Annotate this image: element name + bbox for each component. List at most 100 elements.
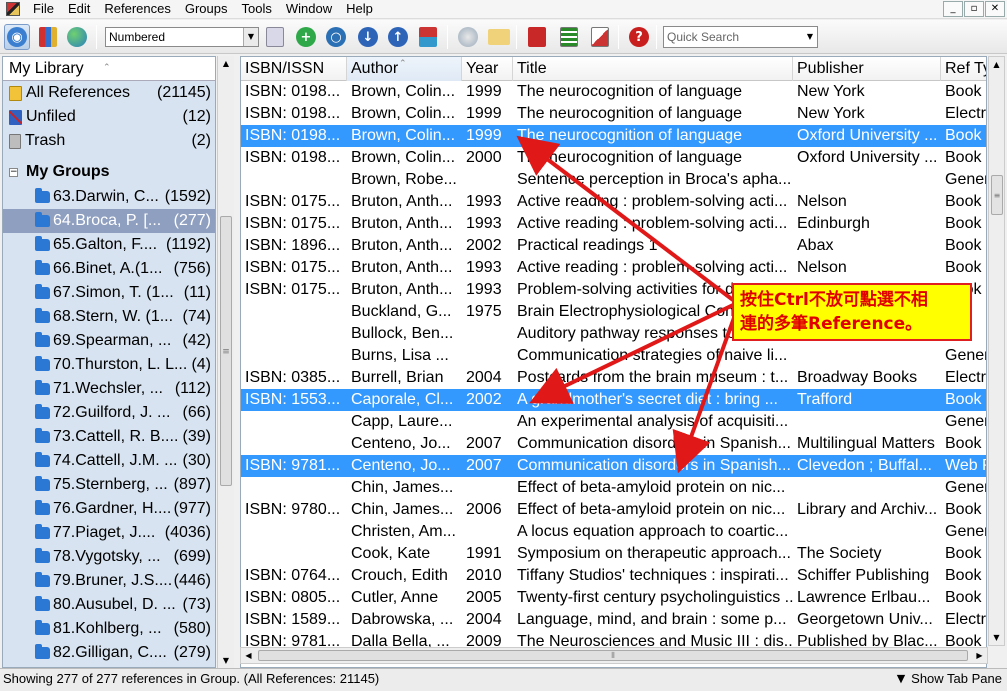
unfiled-item[interactable]: Unfiled (12)	[3, 105, 215, 129]
trash-item[interactable]: Trash (2)	[3, 129, 215, 153]
column-year[interactable]: Year	[462, 57, 513, 81]
menu-references[interactable]: References	[97, 0, 177, 18]
scroll-thumb[interactable]: ≡	[220, 216, 232, 486]
globe-button[interactable]	[64, 24, 90, 50]
group-item[interactable]: 72.Guilford, J. ... (66)	[3, 401, 215, 425]
help-button[interactable]: ?	[626, 24, 652, 50]
table-row[interactable]: ISBN: 0198... Brown, Colin... 2000 The neur…	[241, 147, 986, 169]
find-full-text-button[interactable]	[415, 24, 441, 50]
menu-tools[interactable]: Tools	[234, 0, 278, 18]
table-row[interactable]: ISBN: 0175... Bruton, Anth... 1993 Active r…	[241, 191, 986, 213]
menu-file[interactable]: File	[26, 0, 61, 18]
open-link-icon	[458, 27, 478, 47]
menu-window[interactable]: Window	[279, 0, 339, 18]
insert-citation-button[interactable]	[587, 24, 613, 50]
scroll-thumb[interactable]: ⦀	[258, 650, 968, 661]
table-row[interactable]: ISBN: 1553... Caporale, Cl... 2002 A grandm…	[241, 389, 986, 411]
local-library-button[interactable]: ◉	[4, 24, 30, 50]
output-style-select[interactable]: Numbered ▼	[105, 27, 259, 47]
table-row[interactable]: Christen, Am... A locus equation approach…	[241, 521, 987, 543]
online-search-button[interactable]: ○	[323, 24, 349, 50]
cell-ref-type: Gener	[945, 523, 987, 540]
column-author[interactable]: Author ⌃	[347, 57, 462, 81]
scroll-down-icon[interactable]: ▼	[218, 653, 234, 668]
references-vertical-scrollbar[interactable]: ▲ ≡ ▼	[988, 56, 1005, 646]
group-item[interactable]: 75.Sternberg, ... (897)	[3, 473, 215, 497]
table-row[interactable]: ISBN: 9780... Chin, James... 2006 Effect of…	[241, 499, 986, 521]
scroll-up-icon[interactable]: ▲	[218, 56, 234, 71]
group-item[interactable]: 63.Darwin, C... (1592)	[3, 185, 215, 209]
table-row[interactable]: Burns, Lisa ... Communication strategies …	[241, 345, 986, 367]
group-item[interactable]: 73.Cattell, R. B.... (39)	[3, 425, 215, 449]
table-row[interactable]: Brown, Robe... Sentence perception in Bro…	[241, 169, 986, 191]
table-row[interactable]: ISBN: 0805... Cutler, Anne 2005 Twenty-firs…	[241, 587, 986, 609]
group-item[interactable]: 68.Stern, W. (1... (74)	[3, 305, 215, 329]
show-tab-pane-button[interactable]: ▼ Show Tab Pane	[897, 669, 1002, 689]
table-row[interactable]: Capp, Laure... An experimental analysis o…	[241, 411, 986, 433]
import-button[interactable]: ↓	[355, 24, 381, 50]
group-item[interactable]: 77.Piaget, J.... (4036)	[3, 521, 215, 545]
group-item[interactable]: 70.Thurston, L. L... (4)	[3, 353, 215, 377]
cell-publisher: Trafford	[797, 391, 853, 408]
open-file-button[interactable]	[486, 24, 512, 50]
menu-groups[interactable]: Groups	[178, 0, 235, 18]
group-item[interactable]: 74.Cattell, J.M. ... (30)	[3, 449, 215, 473]
group-item[interactable]: 76.Gardner, H.... (977)	[3, 497, 215, 521]
scroll-down-icon[interactable]: ▼	[989, 630, 1004, 645]
go-to-word-button[interactable]	[524, 24, 550, 50]
table-row[interactable]: ISBN: 0764... Crouch, Edith 2010 Tiffany St…	[241, 565, 986, 587]
group-item[interactable]: 69.Spearman, ... (42)	[3, 329, 215, 353]
minimize-button[interactable]: _	[943, 1, 963, 17]
my-groups-header[interactable]: − My Groups	[3, 159, 215, 185]
collapse-icon[interactable]: −	[9, 167, 18, 177]
copy-formatted-button[interactable]	[262, 24, 288, 50]
table-row[interactable]: ISBN: 1896... Bruton, Anth... 2002 Practica…	[241, 235, 986, 257]
restore-button[interactable]: ▫	[964, 1, 984, 17]
cell-author: Buckland, G...	[351, 303, 452, 320]
group-item[interactable]: 81.Kohlberg, ... (580)	[3, 617, 215, 641]
my-library-header[interactable]: My Library ⌃	[3, 57, 215, 81]
open-link-button[interactable]	[455, 24, 481, 50]
table-row[interactable]: Centeno, Jo... 2007 Communication disorder…	[241, 433, 986, 455]
scroll-right-icon[interactable]: ▶	[972, 648, 987, 663]
format-paper-button[interactable]	[556, 24, 582, 50]
table-row[interactable]: ISBN: 9781... Centeno, Jo... 2007 Communica…	[241, 455, 986, 477]
all-references-item[interactable]: All References (21145)	[3, 81, 215, 105]
groups-scrollbar[interactable]: ▲ ≡ ▼	[217, 56, 234, 668]
table-row[interactable]: ISBN: 1589... Dabrowska, ... 2004 Language,…	[241, 609, 986, 631]
cell-author: Chin, James...	[351, 479, 454, 496]
column-title[interactable]: Title	[513, 57, 793, 81]
group-item[interactable]: 78.Vygotsky, ... (699)	[3, 545, 215, 569]
column-ref-type[interactable]: Ref Ty	[941, 57, 986, 81]
table-row[interactable]: ISBN: 0385... Burrell, Brian 2004 Postcards…	[241, 367, 986, 389]
group-item[interactable]: 82.Gilligan, C.... (279)	[3, 641, 215, 665]
group-item[interactable]: 71.Wechsler, ... (112)	[3, 377, 215, 401]
group-item[interactable]: 67.Simon, T. (1... (11)	[3, 281, 215, 305]
new-reference-button[interactable]: +	[293, 24, 319, 50]
table-row[interactable]: ISBN: 0198... Brown, Colin... 1999 The neur…	[241, 103, 986, 125]
group-item[interactable]: 79.Bruner, J.S.... (446)	[3, 569, 215, 593]
scroll-thumb[interactable]: ≡	[991, 175, 1003, 215]
export-button[interactable]: ↑	[385, 24, 411, 50]
online-library-button[interactable]	[35, 24, 61, 50]
table-row[interactable]: ISBN: 0198... Brown, Colin... 1999 The neur…	[241, 125, 986, 147]
scroll-up-icon[interactable]: ▲	[989, 57, 1004, 72]
table-row[interactable]: ISBN: 0198... Brown, Colin... 1999 The neur…	[241, 81, 986, 103]
table-row[interactable]: ISBN: 0175... Bruton, Anth... 1993 Active r…	[241, 257, 986, 279]
group-item[interactable]: 66.Binet, A.(1... (756)	[3, 257, 215, 281]
scroll-left-icon[interactable]: ◀	[241, 648, 256, 663]
column-isbn[interactable]: ISBN/ISSN	[241, 57, 347, 81]
table-row[interactable]: Chin, James... Effect of beta-amyloid pro…	[241, 477, 986, 499]
table-row[interactable]: ISBN: 0175... Bruton, Anth... 1993 Active r…	[241, 213, 986, 235]
close-button[interactable]: ✕	[985, 1, 1005, 17]
column-publisher[interactable]: Publisher	[793, 57, 941, 81]
table-row[interactable]: Cook, Kate 1991 Symposium on therapeutic a…	[241, 543, 986, 565]
group-item[interactable]: 64.Broca, P. [... (277)	[3, 209, 215, 233]
group-item[interactable]: 80.Ausubel, D. ... (73)	[3, 593, 215, 617]
quick-search-input[interactable]: Quick Search ▼	[663, 26, 818, 48]
chevron-down-icon[interactable]: ▼	[803, 27, 817, 47]
group-item[interactable]: 65.Galton, F.... (1192)	[3, 233, 215, 257]
references-horizontal-scrollbar[interactable]: ◀ ⦀ ▶	[240, 647, 988, 664]
menu-edit[interactable]: Edit	[61, 0, 97, 18]
menu-help[interactable]: Help	[339, 0, 380, 18]
